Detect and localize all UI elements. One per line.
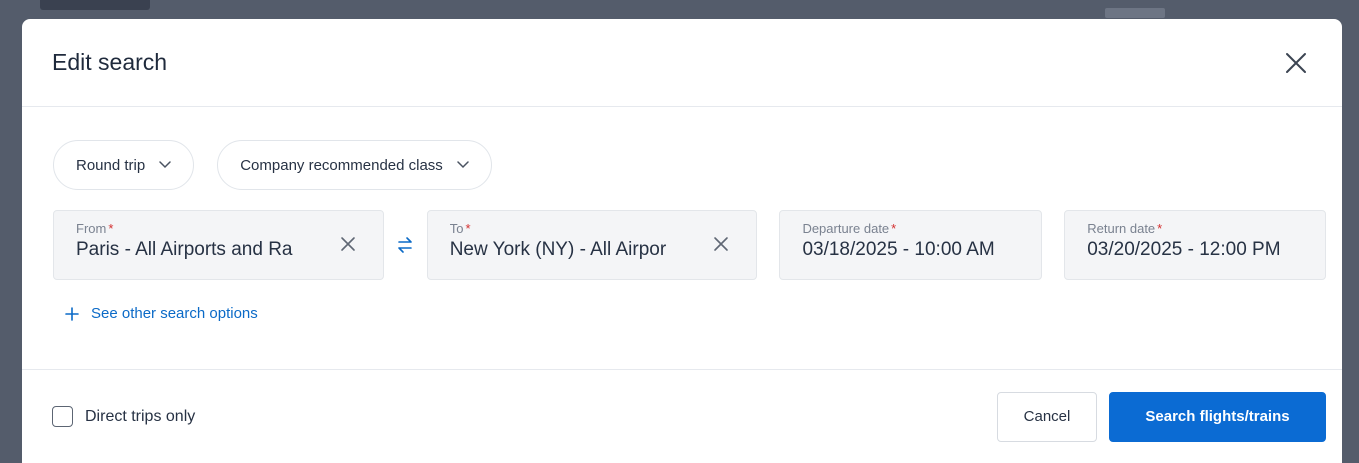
departure-date-label: Departure date * [802, 221, 897, 236]
required-mark: * [1157, 221, 1163, 236]
from-field[interactable]: From * Paris - All Airports and Ra [53, 210, 384, 280]
return-date-field[interactable]: Return date * 03/20/2025 - 12:00 PM [1064, 210, 1327, 280]
required-mark: * [465, 221, 471, 236]
close-icon [714, 237, 729, 251]
close-button[interactable] [1280, 47, 1312, 79]
modal-body: Round trip Company recommended class Fro… [22, 107, 1342, 370]
required-mark: * [891, 221, 897, 236]
search-fields-row: From * Paris - All Airports and Ra To * Ne… [53, 210, 1327, 280]
background-sort-label [1105, 8, 1165, 18]
search-flights-trains-button[interactable]: Search flights/trains [1109, 391, 1326, 442]
close-icon [1286, 52, 1306, 73]
to-value: New York (NY) - All Airpor [449, 239, 667, 260]
plus-icon [65, 306, 79, 321]
footer-buttons: Cancel Search flights/trains [997, 391, 1326, 442]
trip-type-label: Round trip [76, 156, 146, 174]
cancel-button[interactable]: Cancel [997, 391, 1097, 442]
return-date-label: Return date * [1087, 221, 1163, 236]
cabin-class-label: Company recommended class [240, 156, 443, 174]
cabin-class-dropdown[interactable]: Company recommended class [217, 140, 492, 190]
direct-trips-checkbox[interactable]: Direct trips only [52, 406, 195, 427]
to-field[interactable]: To * New York (NY) - All Airpor [426, 210, 758, 280]
direct-trips-label: Direct trips only [85, 407, 196, 425]
background-heading [40, 0, 150, 10]
chevron-down-icon [457, 161, 469, 169]
see-other-search-options-label: See other search options [91, 305, 258, 322]
departure-date-field[interactable]: Departure date * 03/18/2025 - 10:00 AM [779, 210, 1043, 280]
clear-from-button[interactable] [337, 233, 359, 255]
see-other-search-options-link[interactable]: See other search options [53, 305, 313, 322]
swap-locations-button[interactable] [384, 210, 427, 280]
close-icon [340, 237, 355, 251]
modal-header: Edit search [22, 19, 1342, 107]
clear-to-button[interactable] [710, 233, 732, 255]
edit-search-modal: Edit search Round trip Company recommend… [22, 19, 1342, 463]
modal-footer: Direct trips only Cancel Search flights/… [22, 369, 1342, 463]
swap-arrows-icon [398, 237, 413, 253]
checkbox-box[interactable] [52, 406, 73, 427]
return-date-value: 03/20/2025 - 12:00 PM [1087, 239, 1281, 260]
modal-title: Edit search [52, 49, 168, 75]
departure-date-value: 03/18/2025 - 10:00 AM [802, 239, 995, 260]
chevron-down-icon [159, 161, 171, 169]
trip-type-dropdown[interactable]: Round trip [53, 140, 195, 190]
search-options-row: Round trip Company recommended class [53, 140, 1326, 190]
required-mark: * [108, 221, 114, 236]
from-value: Paris - All Airports and Ra [76, 239, 293, 260]
